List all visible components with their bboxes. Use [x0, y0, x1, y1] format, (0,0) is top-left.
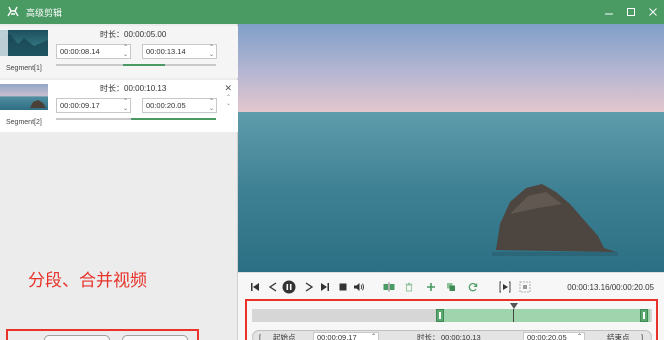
player-controls: 00:00:13.16/00:00:20.05: [238, 272, 664, 300]
playhead-line: [513, 309, 514, 322]
segment-start-field[interactable]: 00:00:09.17 ⌃ ⌄: [56, 98, 131, 113]
segment-thumbnail: [0, 84, 48, 110]
segment-range-fill: [131, 118, 216, 120]
start-time-field[interactable]: 00:00:09.17: [313, 332, 379, 340]
forward-button[interactable]: [302, 280, 316, 294]
segment-item[interactable]: Segment[1] 时长：00:00:05.00 00:00:08.14 ⌃ ⌄…: [0, 26, 238, 78]
segment-range-bar: [56, 64, 216, 66]
minimize-icon: [605, 13, 613, 15]
segment-duration: 时长：00:00:10.13: [100, 84, 167, 93]
duration-value: 00:00:10.13: [441, 333, 481, 340]
start-point-label[interactable]: 起始点: [273, 332, 296, 340]
stepper-arrows-icon[interactable]: ⌃ ⌄: [123, 99, 128, 112]
start-bracket: [: [259, 333, 262, 340]
end-point-label[interactable]: 结束点: [607, 332, 630, 340]
prev-frame-icon: [251, 283, 259, 291]
close-icon[interactable]: ✕: [224, 83, 232, 94]
delete-button[interactable]: [402, 280, 416, 294]
copy-button[interactable]: [444, 280, 458, 294]
stepper-arrows-icon[interactable]: ⌃ ⌄: [123, 45, 128, 58]
volume-icon: [354, 283, 364, 291]
window-title: 高级剪辑: [26, 7, 63, 18]
split-icon: [383, 282, 395, 292]
end-bracket: ]: [641, 333, 644, 340]
delete-icon: [405, 282, 413, 292]
panel-button[interactable]: [122, 335, 188, 340]
add-button[interactable]: [424, 280, 438, 294]
segment-edit-row: [ 起始点 00:00:09.17 ⌃ 时长： 00:00:10.13 00:0…: [252, 330, 652, 340]
stepper-arrows-icon[interactable]: ⌃ ⌄: [209, 99, 214, 112]
next-frame-icon: [321, 283, 329, 291]
copy-icon: [447, 283, 455, 291]
next-frame-button[interactable]: [318, 280, 332, 294]
pause-button[interactable]: [282, 280, 296, 294]
segment-label: Segment[1]: [6, 65, 42, 72]
segment-range-bar: [56, 118, 216, 120]
mark-in-button[interactable]: [498, 280, 512, 294]
annotation-text: 分段、合并视频: [28, 271, 147, 291]
maximize-button[interactable]: [620, 0, 642, 24]
rewind-button[interactable]: [266, 280, 280, 294]
segment-end-field[interactable]: 00:00:13.14 ⌃ ⌄: [142, 44, 217, 59]
pause-icon: [282, 280, 296, 294]
timeline-end-handle[interactable]: [640, 309, 648, 322]
stepper-arrows-icon[interactable]: ⌃: [371, 332, 376, 340]
video-preview[interactable]: [238, 24, 664, 272]
segment-end-field[interactable]: 00:00:20.05 ⌃ ⌄: [142, 98, 217, 113]
reset-button[interactable]: [466, 280, 480, 294]
add-icon: [427, 283, 435, 291]
panel-button[interactable]: [44, 335, 110, 340]
playhead-marker[interactable]: [510, 303, 518, 309]
title-bar: 高级剪辑: [0, 0, 664, 24]
timeline-start-handle[interactable]: [436, 309, 444, 322]
duration-label: 时长：: [417, 333, 440, 340]
close-icon: [649, 8, 657, 16]
stepper-arrows-icon[interactable]: ⌃: [577, 332, 582, 340]
rewind-icon: [268, 282, 277, 292]
mark-out-icon: [519, 281, 531, 293]
volume-button[interactable]: [352, 280, 366, 294]
segment-item[interactable]: Segment[2] 时长：00:00:10.13 00:00:09.17 ⌃ ⌄…: [0, 80, 238, 132]
stepper-arrows-icon[interactable]: ⌃ ⌄: [209, 45, 214, 58]
minimize-button[interactable]: [598, 0, 620, 24]
segment-panel: Segment[1] 时长：00:00:05.00 00:00:08.14 ⌃ ⌄…: [0, 24, 238, 340]
close-button[interactable]: [642, 0, 664, 24]
chevron-down-icon[interactable]: ⌄: [226, 100, 231, 107]
segment-start-field[interactable]: 00:00:08.14 ⌃ ⌄: [56, 44, 131, 59]
maximize-icon: [627, 8, 635, 16]
reset-icon: [468, 282, 478, 292]
stop-icon: [339, 283, 347, 291]
forward-icon: [305, 282, 314, 292]
app-logo-icon: [7, 6, 19, 17]
mark-in-icon: [499, 281, 511, 293]
video-frame: [238, 24, 664, 272]
end-time-field[interactable]: 00:00:20.05: [523, 332, 585, 340]
segment-range-fill: [123, 64, 165, 66]
mark-out-button[interactable]: [518, 280, 532, 294]
prev-frame-button[interactable]: [248, 280, 262, 294]
split-button[interactable]: [382, 280, 396, 294]
time-readout: 00:00:13.16/00:00:20.05: [567, 283, 654, 292]
segment-label: Segment[2]: [6, 119, 42, 126]
segment-thumbnail: [0, 30, 48, 56]
stop-button[interactable]: [336, 280, 350, 294]
timeline-selection[interactable]: [438, 309, 650, 322]
segment-duration: 时长：00:00:05.00: [100, 30, 167, 39]
